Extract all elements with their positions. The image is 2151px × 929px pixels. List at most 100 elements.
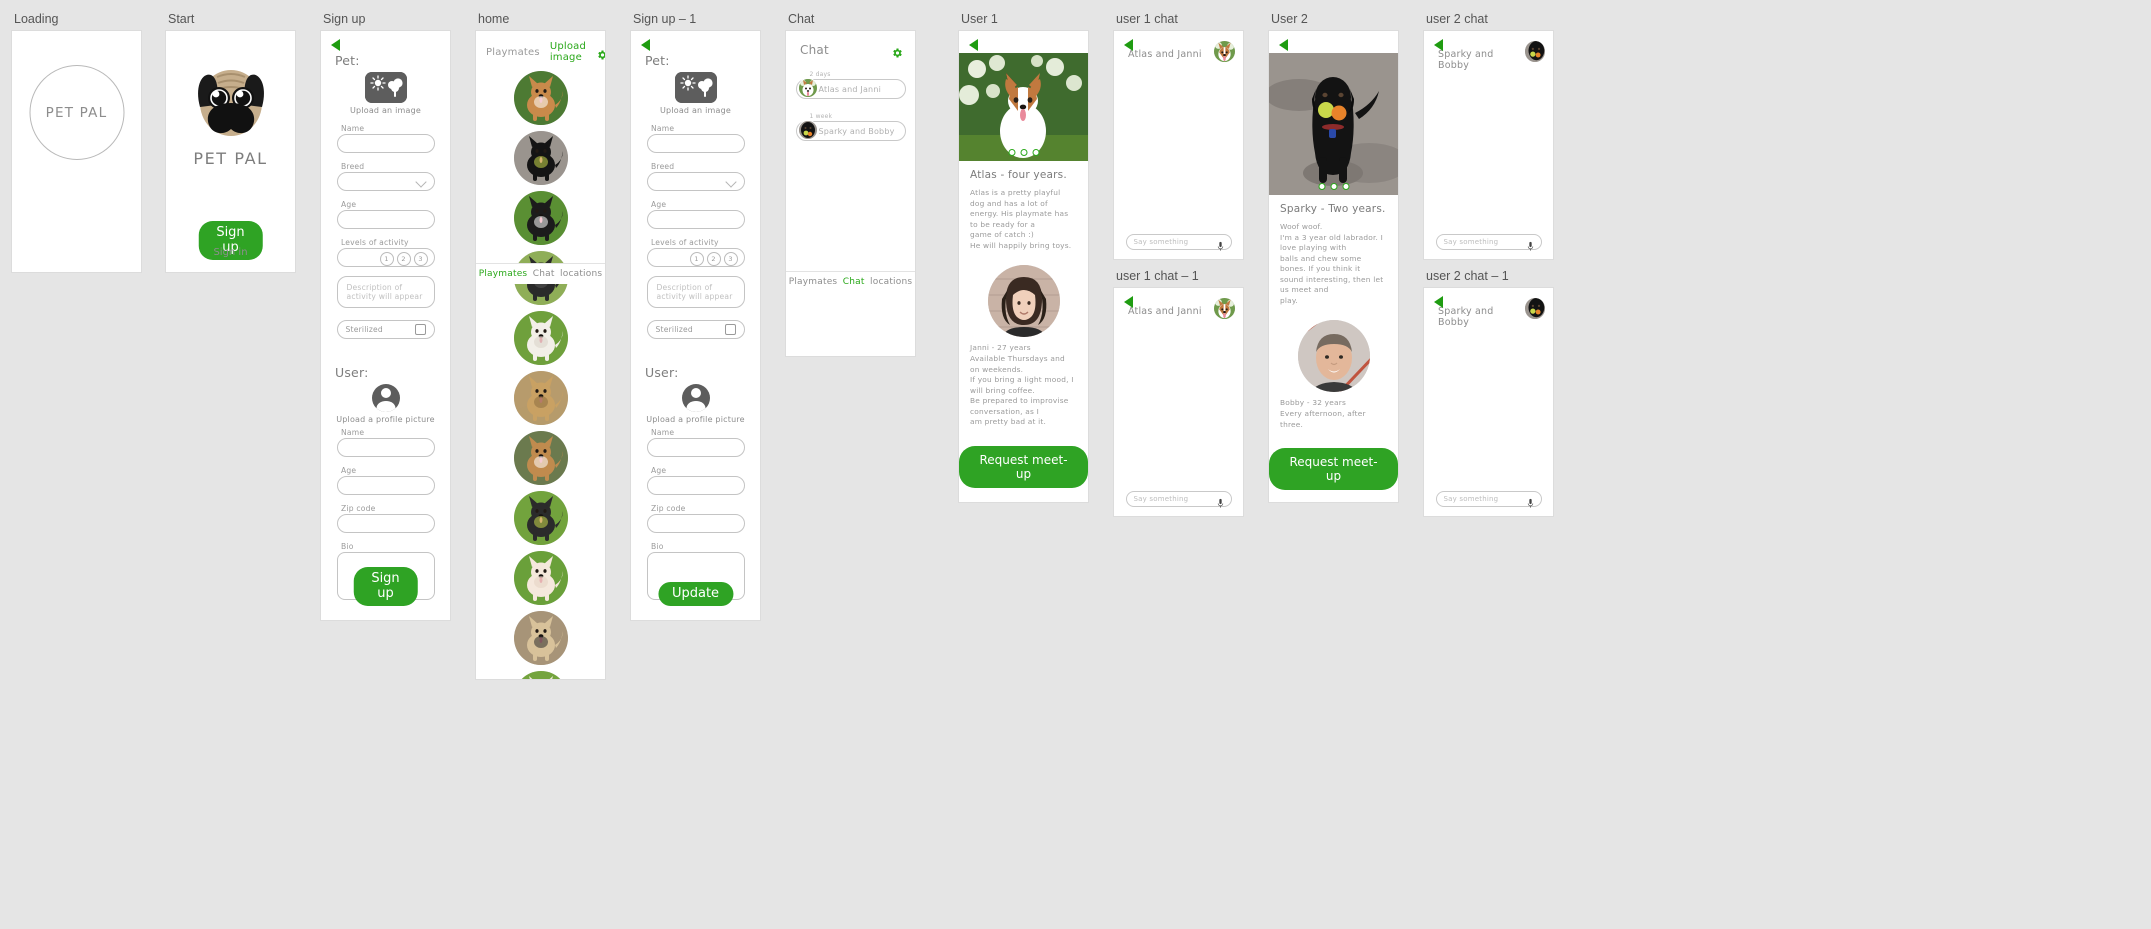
upload-image-button[interactable]: Upload image [550, 41, 586, 63]
chat-avatar [797, 120, 818, 140]
pet-breed-select[interactable] [336, 172, 435, 191]
chat-input[interactable]: Say something [1435, 234, 1542, 251]
tab-playmates[interactable]: Playmates [789, 277, 838, 287]
image-upload-icon[interactable] [674, 72, 717, 103]
microphone-icon[interactable] [1527, 494, 1534, 508]
carousel-dots[interactable] [1008, 149, 1039, 156]
activity-level-3[interactable]: 3 [723, 252, 738, 266]
form-submit-button[interactable]: Update [657, 582, 734, 606]
playmate-thumbnail[interactable] [513, 431, 568, 485]
back-arrow-icon[interactable] [969, 39, 978, 51]
request-meetup-button[interactable]: Request meet-up [1269, 448, 1398, 490]
pet-age-field[interactable] [336, 210, 435, 232]
pet-age-input[interactable] [647, 215, 744, 232]
user-name-field[interactable] [336, 438, 435, 460]
home-toolbar: Playmates Upload image [476, 31, 605, 63]
back-arrow-icon[interactable] [1124, 39, 1133, 51]
sterilized-checkbox[interactable] [724, 324, 736, 335]
sterilized-checkbox[interactable] [414, 324, 426, 335]
playmate-thumbnail[interactable] [513, 131, 568, 185]
user-age-field[interactable] [646, 476, 745, 498]
group-signup: Sign up Pet: Upload an image Name Breed … [321, 12, 450, 620]
request-meetup-button[interactable]: Request meet-up [959, 445, 1088, 488]
playmate-thumbnail[interactable] [513, 71, 568, 125]
playmate-thumbnail[interactable] [513, 671, 568, 679]
user-age-input[interactable] [337, 481, 434, 498]
back-arrow-icon[interactable] [1434, 39, 1443, 51]
thread-avatar[interactable] [1214, 298, 1235, 319]
activity-level-2[interactable]: 2 [706, 252, 721, 266]
activity-level-selector[interactable]: 1 2 3 [646, 248, 745, 267]
pet-hero-image[interactable] [959, 53, 1088, 161]
tab-locations[interactable]: locations [870, 277, 912, 287]
group-label-home: home [478, 12, 510, 26]
activity-level-3[interactable]: 3 [413, 252, 428, 266]
avatar[interactable] [371, 384, 400, 412]
group-chat: Chat Chat 2 days Atlas and Janni 1 week … [786, 12, 915, 356]
chat-input[interactable]: Say something [1435, 491, 1542, 508]
bio-label: Bio [341, 542, 354, 551]
tab-locations[interactable]: locations [560, 269, 602, 279]
chat-list-item[interactable]: 2 days Atlas and Janni [795, 71, 906, 99]
pet-age-field[interactable] [646, 210, 745, 232]
back-arrow-icon[interactable] [1124, 296, 1133, 308]
activity-level-1[interactable]: 1 [689, 252, 704, 266]
playmate-thumbnail[interactable] [513, 371, 568, 425]
tab-playmates[interactable]: Playmates [479, 269, 528, 279]
playmate-thumbnail[interactable] [513, 611, 568, 665]
chat-list-item[interactable]: 1 week Sparky and Bobby [795, 113, 906, 141]
thread-avatar[interactable] [1524, 41, 1545, 62]
sterilized-row[interactable]: Sterilized [336, 320, 435, 339]
pet-name-field[interactable] [646, 134, 745, 156]
microphone-icon[interactable] [1217, 494, 1224, 508]
user-name-field[interactable] [646, 438, 745, 460]
zip-code-input[interactable] [647, 519, 744, 536]
back-arrow-icon[interactable] [641, 39, 650, 51]
tab-chat[interactable]: Chat [533, 269, 555, 279]
playmate-thumbnail[interactable] [513, 491, 568, 545]
pet-breed-select[interactable] [646, 172, 745, 191]
sign-in-link[interactable]: Sign in [166, 247, 295, 258]
pet-age-input[interactable] [337, 215, 434, 232]
back-arrow-icon[interactable] [1279, 39, 1288, 51]
user-name-input[interactable] [647, 443, 744, 460]
chat-input-placeholder: Say something [1133, 495, 1189, 503]
chat-input[interactable]: Say something [1125, 234, 1232, 251]
thread-avatar[interactable] [1214, 41, 1235, 62]
chat-input[interactable]: Say something [1125, 491, 1232, 508]
user-name-input[interactable] [337, 443, 434, 460]
back-arrow-icon[interactable] [331, 39, 340, 51]
carousel-dots[interactable] [1318, 183, 1349, 190]
zip-code-input[interactable] [337, 519, 434, 536]
pet-name-field[interactable] [336, 134, 435, 156]
sterilized-row[interactable]: Sterilized [646, 320, 745, 339]
zip-code-field[interactable] [336, 514, 435, 536]
pet-description: Woof woof. I'm a 3 year old labrador. I … [1280, 222, 1384, 305]
zip-code-field[interactable] [646, 514, 745, 536]
user-age-input[interactable] [647, 481, 744, 498]
pet-breed-label: Breed [341, 162, 365, 171]
image-upload-icon[interactable] [364, 72, 407, 103]
playmate-thumbnail[interactable] [513, 191, 568, 245]
microphone-icon[interactable] [1217, 237, 1224, 251]
activity-level-1[interactable]: 1 [379, 252, 394, 266]
activity-level-selector[interactable]: 1 2 3 [336, 248, 435, 267]
playmate-thumbnail[interactable] [513, 311, 568, 365]
owner-description: Available Thursdays and on weekends. If … [970, 354, 1074, 426]
activity-level-2[interactable]: 2 [396, 252, 411, 266]
tab-chat[interactable]: Chat [843, 277, 865, 287]
thread-avatar[interactable] [1524, 298, 1545, 319]
pet-name-input[interactable] [337, 139, 434, 156]
back-arrow-icon[interactable] [1434, 296, 1443, 308]
user-age-field[interactable] [336, 476, 435, 498]
home-playmates-label[interactable]: Playmates [486, 47, 540, 58]
group-label-user-1-chat-1: user 1 chat – 1 [1116, 269, 1199, 283]
playmate-thumbnail[interactable] [513, 551, 568, 605]
pet-name-input[interactable] [647, 139, 744, 156]
gear-icon[interactable] [596, 46, 605, 60]
form-submit-button[interactable]: Sign up [353, 567, 418, 606]
avatar[interactable] [681, 384, 710, 412]
gear-icon[interactable] [891, 44, 903, 58]
pet-hero-image[interactable] [1269, 53, 1398, 195]
microphone-icon[interactable] [1527, 237, 1534, 251]
